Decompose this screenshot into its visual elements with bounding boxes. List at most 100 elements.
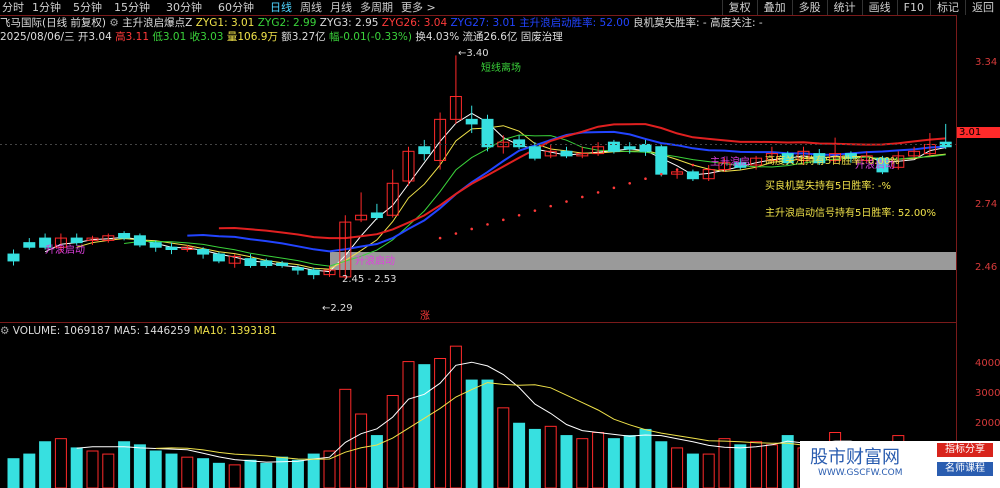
trend-dot [644,177,647,181]
signal-band [330,252,956,270]
volume-bar [718,438,731,488]
candle-body [276,262,289,266]
candle-body [686,171,699,180]
vol-tick-2: 30000 [975,388,1000,399]
volume-bar [449,345,462,488]
volume-bar [607,438,620,488]
volume-bar [149,450,162,488]
volume-bar [497,407,510,488]
trend-dot [691,163,695,167]
volume-info-line: ⚙ VOLUME: 1069187 MA5: 1446259 MA10: 139… [0,324,277,338]
trend-dot [565,200,568,203]
candle-body [244,258,257,266]
volume-bar [197,458,210,488]
trend-dot [675,168,679,171]
volume-bar [181,456,194,488]
low-mark: ←2.29 [322,303,353,314]
trend-dot [533,209,537,212]
candle-body [197,249,210,255]
volume-bar [528,428,541,488]
trend-dot [581,195,584,199]
candle-body [623,146,636,150]
candle-body [149,242,162,248]
short-exit-label: 短线离场 [481,63,521,74]
volume-bar [576,438,589,488]
trend-dot [486,223,489,226]
volume-value: VOLUME: 1069187 [12,325,111,337]
signal-label-left: 升浪启动 [45,245,85,256]
low-mark-value: 2.29 [330,303,353,314]
volume-bar [671,447,684,488]
volume-bar [291,459,304,488]
trend-dot [660,172,663,176]
volume-bar [513,422,526,488]
volume-bar [639,428,652,488]
trend-dot [502,218,505,222]
candle-body [560,150,573,157]
candle-body [291,267,304,271]
volume-bar [750,441,763,488]
trend-dot [470,227,474,231]
volume-bar [54,438,67,488]
volume-bar [481,379,494,488]
volume-bar [118,441,131,488]
volume-ma5: MA5: 1446259 [113,325,191,337]
price-tick-1: 3.34 [975,57,998,68]
candle-body [212,253,225,262]
volume-bar [7,458,20,488]
current-price-tag: 3.01 [957,127,1000,138]
candle-body [307,269,320,276]
volume-bar [339,388,352,488]
volume-bar [434,358,447,488]
volume-bar [623,435,636,488]
candle-body [70,237,83,244]
volume-bar [133,444,146,488]
trend-dot [612,186,616,190]
candle-body [528,146,541,159]
price-tick-3: 2.74 [975,199,998,210]
volume-bar [102,453,115,488]
candle-body [607,141,620,152]
volume-settings-icon[interactable]: ⚙ [0,325,13,337]
candle-body [118,233,131,239]
price-tick-4: 2.46 [975,262,998,273]
volume-bar [560,435,573,488]
volume-bar [465,379,478,488]
volume-bar [228,464,241,488]
stat-height-focus: 高度关注持有5日胜率: 0.00% [765,156,900,167]
candle-body [465,118,478,125]
volume-bar [702,453,715,488]
stat-opportunity: 买良机莫失持有5日胜率: -% [765,181,892,192]
candle-body [481,118,494,148]
volume-bar [39,441,52,488]
candle-body [260,260,273,266]
candle-body [418,146,431,155]
trend-dot [628,181,631,185]
limit-up-mark: 涨 [420,311,430,322]
signal-label-right: 主升浪启 [710,157,750,168]
vol-tick-1: 40000 [975,358,1000,369]
volume-bar [734,444,747,488]
volume-bar [260,462,273,488]
high-mark: ←3.40 [458,48,489,59]
candle-body [165,246,178,250]
trend-dot [438,236,442,240]
vol-tick-3: 20000 [975,418,1000,429]
high-mark-value: 3.40 [466,48,489,59]
watermark-logo: 股市财富网 WWW.GSCFW.COM 指标分享 名师课程 [800,441,1000,488]
candle-body [23,242,36,248]
trend-dot [596,191,600,194]
volume-bar [23,453,36,488]
volume-bar [686,453,699,488]
volume-bar [544,425,557,488]
volume-bar [244,459,257,488]
candle-body [639,143,652,152]
candle-body [370,212,383,219]
trend-dot [454,232,458,235]
volume-bar [655,441,668,488]
stat-main-wave: 主升浪启动信号持有5日胜率: 52.00% [765,208,937,219]
volume-bar [418,364,431,488]
volume-bar [765,444,778,488]
candle-body [7,253,20,262]
volume-bar [212,462,225,488]
